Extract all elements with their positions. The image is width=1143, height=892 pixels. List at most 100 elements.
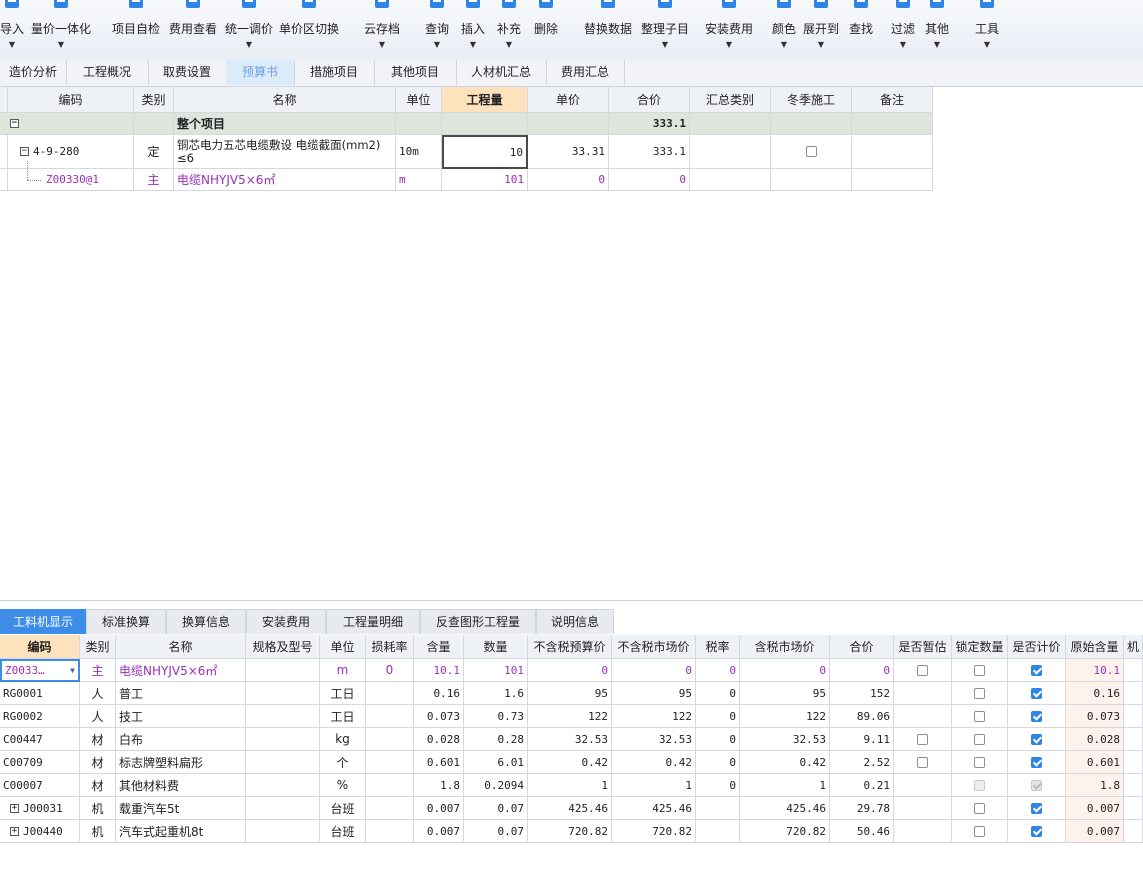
toolbar-button-18[interactable]: 其他 ▼ [924, 0, 950, 58]
sub-type[interactable]: 主 [134, 169, 174, 191]
item-unit-price[interactable]: 33.31 [528, 135, 609, 169]
chevron-down-icon[interactable]: ▼ [470, 40, 476, 49]
sub-name[interactable]: 电缆NHYJV5×6㎡ [174, 169, 396, 191]
cell-unit[interactable]: 工日 [320, 705, 366, 728]
cell-tax_market[interactable]: 425.46 [740, 797, 830, 820]
cell-tax_market[interactable]: 1 [740, 774, 830, 797]
cell-est[interactable] [894, 774, 952, 797]
cell-tax[interactable]: 0 [696, 728, 740, 751]
cell-tax_market[interactable]: 95 [740, 682, 830, 705]
cell-name[interactable]: 电缆NHYJV5×6㎡ [116, 659, 246, 682]
cell-market_price[interactable]: 0.42 [612, 751, 696, 774]
toolbar-button-13[interactable]: 安装费用 ▼ [702, 0, 756, 58]
cell-tax_market[interactable]: 32.53 [740, 728, 830, 751]
col-header-5[interactable]: 损耗率 [366, 635, 414, 659]
col-header-3[interactable]: 规格及型号 [246, 635, 320, 659]
lock-checkbox[interactable] [974, 733, 985, 745]
bottom-tab-2[interactable]: 换算信息 [166, 609, 246, 634]
cell-lock[interactable] [952, 659, 1008, 682]
col-header-16[interactable]: 原始含量 [1066, 635, 1124, 659]
cell-name[interactable]: 普工 [116, 682, 246, 705]
cell-lock[interactable] [952, 682, 1008, 705]
chevron-down-icon[interactable]: ▼ [726, 40, 732, 49]
cell-qty[interactable]: 101 [464, 659, 528, 682]
item-remark[interactable] [852, 135, 933, 169]
cell-market_price[interactable]: 1 [612, 774, 696, 797]
item-unit[interactable]: 10m [396, 135, 442, 169]
col-header-2[interactable]: 名称 [116, 635, 246, 659]
tab-7[interactable]: 费用汇总 [546, 60, 625, 85]
chevron-down-icon[interactable]: ▼ [434, 40, 440, 49]
cell-market_price[interactable]: 425.46 [612, 797, 696, 820]
cell-total[interactable]: 29.78 [830, 797, 894, 820]
cell-orig[interactable]: 1.8 [1066, 774, 1124, 797]
col-header-summary-category[interactable]: 汇总类别 [690, 87, 771, 113]
toolbar-button-12[interactable]: 整理子目 ▼ [640, 0, 690, 58]
bottom-tab-6[interactable]: 说明信息 [536, 609, 614, 634]
toolbar-button-4[interactable]: 统一调价 ▼ [222, 0, 276, 58]
tab-1[interactable]: 工程概况 [66, 60, 149, 85]
col-header-12[interactable]: 合价 [830, 635, 894, 659]
cell-priced[interactable] [1008, 820, 1066, 843]
col-header-9[interactable]: 不含税市场价 [612, 635, 696, 659]
col-header-unit-price[interactable]: 单价 [528, 87, 609, 113]
cell-tax[interactable] [696, 820, 740, 843]
toolbar-button-17[interactable]: 过滤 ▼ [888, 0, 918, 58]
toolbar-button-16[interactable]: 查找 [846, 0, 876, 58]
sub-quantity[interactable]: 101 [442, 169, 528, 191]
cell-market_price[interactable]: 95 [612, 682, 696, 705]
toolbar-button-15[interactable]: 展开到 ▼ [802, 0, 840, 58]
cell-qty[interactable]: 6.01 [464, 751, 528, 774]
cell-code[interactable]: + J00031 [0, 797, 80, 820]
col-header-type[interactable]: 类别 [134, 87, 174, 113]
priced-checkbox[interactable] [1031, 802, 1042, 814]
cell-loss[interactable] [366, 820, 414, 843]
lock-checkbox[interactable] [974, 802, 985, 814]
cell-tax_market[interactable]: 0 [740, 659, 830, 682]
cell-tax_market[interactable]: 720.82 [740, 820, 830, 843]
chevron-down-icon[interactable]: ▼ [506, 40, 512, 49]
cell-market_price[interactable]: 122 [612, 705, 696, 728]
toolbar-button-2[interactable]: 项目自检 [108, 0, 164, 58]
cell-budget_price[interactable]: 0.42 [528, 751, 612, 774]
cell-orig[interactable]: 10.1 [1066, 659, 1124, 682]
col-header-7[interactable]: 数量 [464, 635, 528, 659]
toolbar-button-6[interactable]: 云存档 ▼ [362, 0, 402, 58]
tab-0[interactable]: 造价分析 [0, 60, 67, 85]
cell-est[interactable] [894, 705, 952, 728]
cell-orig[interactable]: 0.007 [1066, 797, 1124, 820]
cell-spec[interactable] [246, 820, 320, 843]
cell-type[interactable]: 材 [80, 751, 116, 774]
cell-code[interactable]: C00007 [0, 774, 80, 797]
cell-priced[interactable] [1008, 705, 1066, 728]
cell-est[interactable] [894, 820, 952, 843]
cell-content[interactable]: 0.16 [414, 682, 464, 705]
col-header-13[interactable]: 是否暂估 [894, 635, 952, 659]
cell-spec[interactable] [246, 659, 320, 682]
col-header-0[interactable]: 编码 [0, 635, 80, 659]
priced-checkbox[interactable] [1031, 664, 1042, 676]
col-header-code[interactable]: 编码 [8, 87, 134, 113]
chevron-down-icon[interactable]: ▼ [662, 40, 668, 49]
bottom-tab-5[interactable]: 反查图形工程量 [420, 609, 536, 634]
cell-priced[interactable] [1008, 774, 1066, 797]
chevron-down-icon[interactable]: ▼ [900, 40, 906, 49]
cell-content[interactable]: 10.1 [414, 659, 464, 682]
toolbar-button-9[interactable]: 补充 ▼ [494, 0, 524, 58]
col-header-15[interactable]: 是否计价 [1008, 635, 1066, 659]
cell-budget_price[interactable]: 32.53 [528, 728, 612, 751]
lock-checkbox[interactable] [974, 825, 985, 837]
cell-type[interactable]: 人 [80, 705, 116, 728]
cell-loss[interactable] [366, 728, 414, 751]
est-checkbox[interactable] [917, 756, 928, 768]
lock-checkbox[interactable] [974, 664, 985, 676]
cell-type[interactable]: 机 [80, 820, 116, 843]
cell-budget_price[interactable]: 122 [528, 705, 612, 728]
cell-lock[interactable] [952, 705, 1008, 728]
cell-budget_price[interactable]: 95 [528, 682, 612, 705]
cell-budget_price[interactable]: 425.46 [528, 797, 612, 820]
item-name-cell[interactable]: 铜芯电力五芯电缆敷设 电缆截面(mm2) ≤6 [174, 135, 396, 169]
cell-content[interactable]: 0.073 [414, 705, 464, 728]
tab-4[interactable]: 措施项目 [294, 60, 375, 85]
col-header-total[interactable]: 合价 [609, 87, 690, 113]
